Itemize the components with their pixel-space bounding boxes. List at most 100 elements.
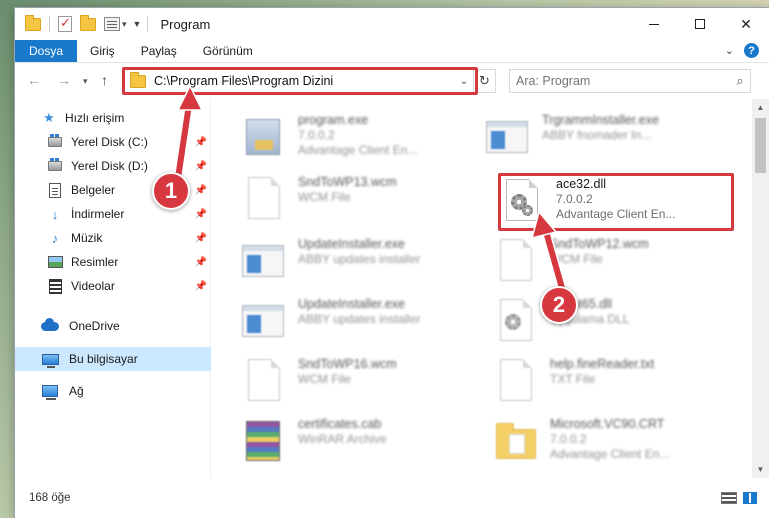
drive-icon (47, 134, 63, 150)
sidebar-item-music[interactable]: ♪ Müzik 📌 (15, 226, 211, 250)
toolbar-divider (49, 16, 50, 32)
file-type: WCM File (550, 252, 603, 266)
item-count: 168 öğe (29, 492, 71, 504)
sidebar-item-onedrive[interactable]: OneDrive (15, 314, 211, 338)
file-item[interactable]: program.exe 7.0.0.2 Advantage Client En.… (240, 109, 480, 169)
pin-icon[interactable]: 📌 (195, 281, 207, 292)
file-item[interactable]: certificates.cab WinRAR Archive (240, 413, 480, 473)
file-name: UpdateInstaller.exe (298, 297, 406, 311)
file-item[interactable]: SndToWP12.wcm WCM File (492, 233, 732, 293)
file-name: certificates.cab (298, 417, 382, 431)
address-bar[interactable]: C:\Program Files\Program Dizini ⌄ ↻ (123, 69, 496, 93)
file-item[interactable]: SndToWP16.wcm WCM File (240, 353, 480, 413)
folder-icon (492, 419, 540, 467)
file-list: program.exe 7.0.0.2 Advantage Client En.… (212, 99, 752, 478)
file-name: Microsoft.VC90.CRT (550, 417, 665, 431)
sidebar-item-label: Belgeler (71, 183, 116, 197)
vertical-scrollbar[interactable]: ▲ ▼ (752, 99, 769, 478)
file-name: program.exe (298, 113, 369, 127)
pin-icon[interactable]: 📌 (195, 137, 207, 148)
refresh-icon[interactable]: ↻ (473, 70, 495, 92)
documents-icon (47, 182, 63, 198)
toolbar-dropdown-icon[interactable]: ▼ (133, 19, 142, 29)
sidebar-item-local-disk-c[interactable]: Yerel Disk (C:) 📌 (15, 130, 211, 154)
file-item[interactable]: UpdateInstaller.exe ABBY updates install… (240, 233, 480, 293)
file-name: ace32.dll (556, 177, 607, 191)
sidebar-item-label: Bu bilgisayar (69, 352, 138, 366)
sidebar-item-videos[interactable]: Videolar 📌 (15, 274, 211, 298)
file-item[interactable]: SndToWP13.wcm WCM File (240, 171, 480, 231)
chevron-down-icon[interactable]: ⌄ (455, 76, 473, 87)
title-bar: ▾ ▼ Program ✕ (15, 8, 769, 40)
address-path[interactable]: C:\Program Files\Program Dizini (154, 74, 455, 88)
close-button[interactable]: ✕ (723, 8, 769, 40)
file-name: help.fineReader.txt (550, 357, 655, 371)
tab-file[interactable]: Dosya (15, 40, 78, 62)
tab-home[interactable]: Giriş (77, 40, 128, 62)
file-description: Advantage Client En... (556, 207, 676, 221)
file-description: Advantage Client En... (298, 143, 418, 157)
navigation-pane: ★ Hızlı erişim Yerel Disk (C:) 📌 Yerel D… (15, 99, 211, 478)
details-view-icon[interactable] (721, 492, 737, 504)
file-icon (492, 359, 540, 407)
ribbon-right: ⌄ ? (725, 43, 759, 58)
sidebar-item-label: Hızlı erişim (65, 111, 125, 125)
pin-icon[interactable]: 📌 (195, 161, 207, 172)
expand-ribbon-icon[interactable]: ⌄ (725, 44, 734, 57)
scroll-up-icon[interactable]: ▲ (752, 99, 769, 116)
file-icon (240, 359, 288, 407)
window-controls: ✕ (631, 8, 769, 40)
sidebar-item-label: Videolar (71, 279, 115, 293)
ribbon-tabs: Dosya Giriş Paylaş Görünüm ⌄ ? (15, 40, 769, 63)
new-folder-icon[interactable] (80, 14, 96, 31)
sidebar-item-pictures[interactable]: Resimler 📌 (15, 250, 211, 274)
file-type: TXT File (550, 372, 596, 386)
chevron-down-icon[interactable]: ▾ (122, 19, 127, 30)
file-item[interactable]: Client65.dll Uygulama DLL (492, 293, 732, 353)
file-icon (492, 239, 540, 287)
minimize-button[interactable] (631, 8, 677, 40)
file-description: Advantage Client En... (550, 447, 670, 461)
file-type: ABBY fnomader In... (542, 128, 652, 142)
file-type: ABBY updates installer (298, 312, 421, 326)
customize-icon[interactable] (104, 17, 120, 31)
file-type: WinRAR Archive (298, 432, 387, 446)
file-name: SndToWP12.wcm (550, 237, 649, 251)
forward-arrow-icon[interactable]: → (57, 72, 71, 88)
tab-view[interactable]: Görünüm (190, 40, 266, 62)
cloud-icon (39, 317, 61, 334)
help-icon[interactable]: ? (744, 43, 759, 58)
back-arrow-icon[interactable]: ← (27, 72, 41, 88)
recent-locations-icon[interactable]: ▾ (83, 76, 88, 87)
file-item[interactable]: help.fineReader.txt TXT File (492, 353, 732, 413)
file-item-ace32-dll[interactable]: ace32.dll 7.0.0.2 Advantage Client En... (498, 173, 738, 233)
file-version: 7.0.0.2 (298, 128, 335, 142)
sidebar-item-this-pc[interactable]: Bu bilgisayar (15, 347, 211, 371)
search-box[interactable]: ⌕ (509, 69, 751, 93)
navigation-bar: ← → ▾ ↑ C:\Program Files\Program Dizini … (15, 63, 769, 99)
tab-share[interactable]: Paylaş (128, 40, 190, 62)
maximize-button[interactable] (677, 8, 723, 40)
scroll-thumb[interactable] (755, 118, 766, 173)
large-icons-view-icon[interactable] (743, 492, 757, 504)
pin-icon[interactable]: 📌 (195, 185, 207, 196)
sidebar-item-label: İndirmeler (71, 207, 125, 221)
pin-icon[interactable]: 📌 (195, 257, 207, 268)
maximize-icon (695, 19, 705, 29)
scroll-down-icon[interactable]: ▼ (752, 461, 769, 478)
search-icon[interactable]: ⌕ (730, 73, 750, 89)
pin-icon[interactable]: 📌 (195, 233, 207, 244)
file-item[interactable]: Microsoft.VC90.CRT 7.0.0.2 Advantage Cli… (492, 413, 732, 473)
file-item[interactable]: TrgrammInstaller.exe ABBY fnomader In... (484, 109, 724, 169)
quick-access-toolbar: ▾ ▼ (25, 14, 142, 32)
up-arrow-icon[interactable]: ↑ (101, 72, 108, 88)
file-item[interactable]: UpdateInstaller.exe ABBY updates install… (240, 293, 480, 353)
sidebar-item-quick-access[interactable]: ★ Hızlı erişim (15, 106, 211, 130)
network-icon (39, 383, 61, 400)
sidebar-item-label: OneDrive (69, 319, 120, 333)
pin-icon[interactable]: 📌 (195, 209, 207, 220)
search-input[interactable] (516, 74, 730, 88)
sidebar-item-network[interactable]: Ağ (15, 379, 211, 403)
dll-icon (492, 299, 540, 347)
properties-check-icon[interactable] (58, 15, 72, 32)
